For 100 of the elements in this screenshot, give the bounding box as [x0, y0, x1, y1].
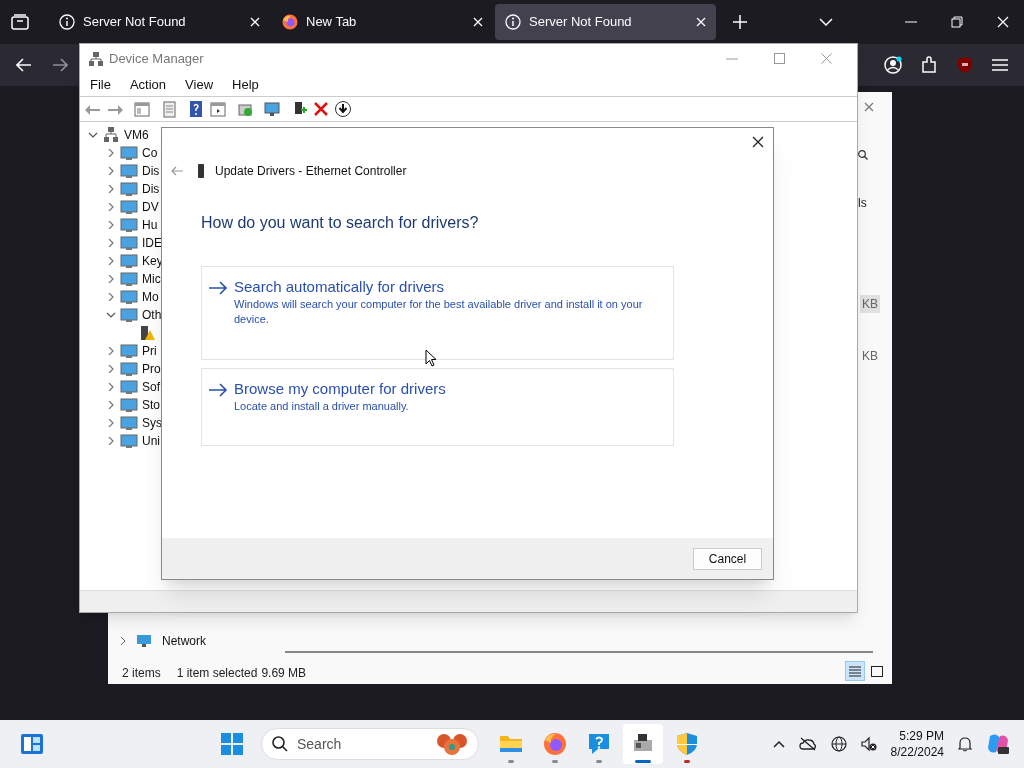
file-size-fragment: KB [860, 295, 880, 313]
chevron-right-icon[interactable] [106, 419, 116, 427]
tree-item[interactable]: IDE [142, 234, 162, 252]
tree-item[interactable]: Oth [142, 306, 162, 324]
tree-item[interactable]: VM6 [124, 126, 149, 144]
option-title: Search automatically for drivers [234, 277, 446, 297]
download-circle-icon[interactable] [334, 100, 352, 118]
option-button[interactable]: Browse my computer for drivers Locate and install a driver manually. [201, 368, 674, 446]
panel-window-icon[interactable] [209, 100, 227, 118]
mouse-cursor-icon [425, 349, 437, 367]
tree-item[interactable]: Sys [142, 414, 162, 432]
option-title: Browse my computer for drivers [234, 379, 446, 399]
shield-extension-icon[interactable] [956, 56, 974, 74]
chevron-right-icon[interactable] [106, 203, 116, 211]
menu-item[interactable]: File [90, 74, 111, 95]
device-category-icon [120, 270, 138, 288]
arrow-right-icon [208, 281, 228, 295]
tab-title: Server Not Found [83, 13, 187, 32]
chevron-right-icon[interactable] [106, 383, 116, 391]
tree-item[interactable]: Uni [142, 432, 160, 450]
clock-date[interactable]: 8/22/2024 [890, 744, 944, 760]
tab-list-icon[interactable] [11, 14, 29, 30]
forward-arrow-icon[interactable] [52, 58, 68, 72]
menu-icon[interactable] [992, 58, 1008, 72]
menu-item[interactable]: Help [232, 74, 259, 95]
device-category-icon [120, 306, 138, 324]
extensions-icon[interactable] [920, 56, 938, 74]
tree-item[interactable]: Hu [142, 216, 158, 234]
chevron-right-icon[interactable] [106, 365, 116, 373]
chevron-down-icon[interactable] [88, 131, 98, 139]
tree-item[interactable]: Dis [142, 180, 160, 198]
clock-time[interactable]: 5:29 PM [899, 728, 944, 744]
tree-item[interactable]: Pro [142, 360, 161, 378]
computer-network-icon [102, 126, 120, 144]
tree-item[interactable]: Sof [142, 378, 160, 396]
browser-tab[interactable]: Server Not Found [495, 4, 716, 40]
device-icon [197, 164, 205, 178]
close-icon[interactable] [752, 136, 764, 148]
horizontal-scrollbar[interactable] [285, 651, 873, 653]
cloud-off-icon[interactable] [798, 737, 817, 751]
device-category-icon [120, 144, 138, 162]
delete-icon[interactable] [312, 100, 330, 118]
chevron-right-icon[interactable] [106, 149, 116, 157]
chevron-right-icon[interactable] [106, 221, 116, 229]
device-category-icon [120, 396, 138, 414]
start-icon[interactable] [221, 733, 243, 755]
browser-tab[interactable]: New Tab [272, 4, 493, 40]
nav-item[interactable]: Network [162, 632, 206, 650]
properties-window-icon[interactable] [133, 100, 151, 118]
globe-icon[interactable] [830, 736, 847, 752]
restore-icon[interactable] [951, 16, 963, 28]
chevron-right-icon[interactable] [106, 401, 116, 409]
status-text: 9.69 MB [261, 665, 307, 682]
cancel-button[interactable]: Cancel [693, 547, 762, 570]
option-button[interactable]: Search automatically for drivers Windows will search your computer for the best available driver and install it on your device. [201, 266, 674, 360]
chevron-right-icon[interactable] [106, 257, 116, 265]
chevron-right-icon[interactable] [106, 437, 116, 445]
new-tab-icon[interactable] [733, 15, 747, 29]
browser-tab[interactable]: Server Not Found [49, 4, 270, 40]
widgets-icon[interactable] [20, 733, 44, 755]
speaker-muted-icon[interactable] [860, 736, 877, 752]
monitor-icon[interactable] [263, 100, 281, 118]
chevron-right-icon[interactable] [106, 275, 116, 283]
tree-item[interactable]: Mic [142, 270, 161, 288]
maximize-icon[interactable] [774, 53, 785, 64]
firefox-icon [282, 14, 298, 30]
device-category-icon [120, 432, 138, 450]
chevron-right-icon[interactable] [106, 347, 116, 355]
tree-item[interactable]: Dis [142, 162, 160, 180]
menu-item[interactable]: Action [129, 74, 167, 95]
file-size-fragment: KB [861, 350, 879, 362]
tree-item[interactable]: DV [142, 198, 159, 216]
taskbar-app[interactable] [623, 724, 663, 764]
tree-item[interactable]: Co [142, 144, 158, 162]
chevron-right-icon[interactable] [106, 185, 116, 193]
help-icon[interactable] [187, 100, 205, 118]
device-category-icon [120, 162, 138, 180]
flowers-illustration-icon [436, 731, 468, 757]
device-category-icon [120, 414, 138, 432]
device-category-icon [120, 378, 138, 396]
chevron-up-icon[interactable] [772, 740, 785, 748]
tree-item[interactable]: Sto [142, 396, 160, 414]
tree-item[interactable]: Mo [142, 288, 159, 306]
chevron-down-icon[interactable] [106, 311, 116, 319]
chevron-right-icon[interactable] [106, 167, 116, 175]
tree-item[interactable]: Pri [142, 342, 157, 360]
chevron-right-icon[interactable] [120, 636, 126, 646]
column-header-fragment: ls [858, 197, 867, 209]
search-input[interactable]: Search [297, 733, 417, 755]
chevron-right-icon[interactable] [106, 293, 116, 301]
info-icon [59, 14, 75, 30]
copilot-icon[interactable] [986, 732, 1010, 756]
account-icon[interactable] [884, 56, 902, 74]
window-title: Device Manager [109, 49, 204, 68]
document-icon[interactable] [160, 100, 178, 118]
details-view-icon [848, 664, 862, 678]
search-field[interactable]: Search [261, 728, 479, 760]
bell-icon[interactable] [958, 736, 972, 752]
menu-item[interactable]: View [185, 74, 214, 95]
chevron-right-icon[interactable] [106, 239, 116, 247]
